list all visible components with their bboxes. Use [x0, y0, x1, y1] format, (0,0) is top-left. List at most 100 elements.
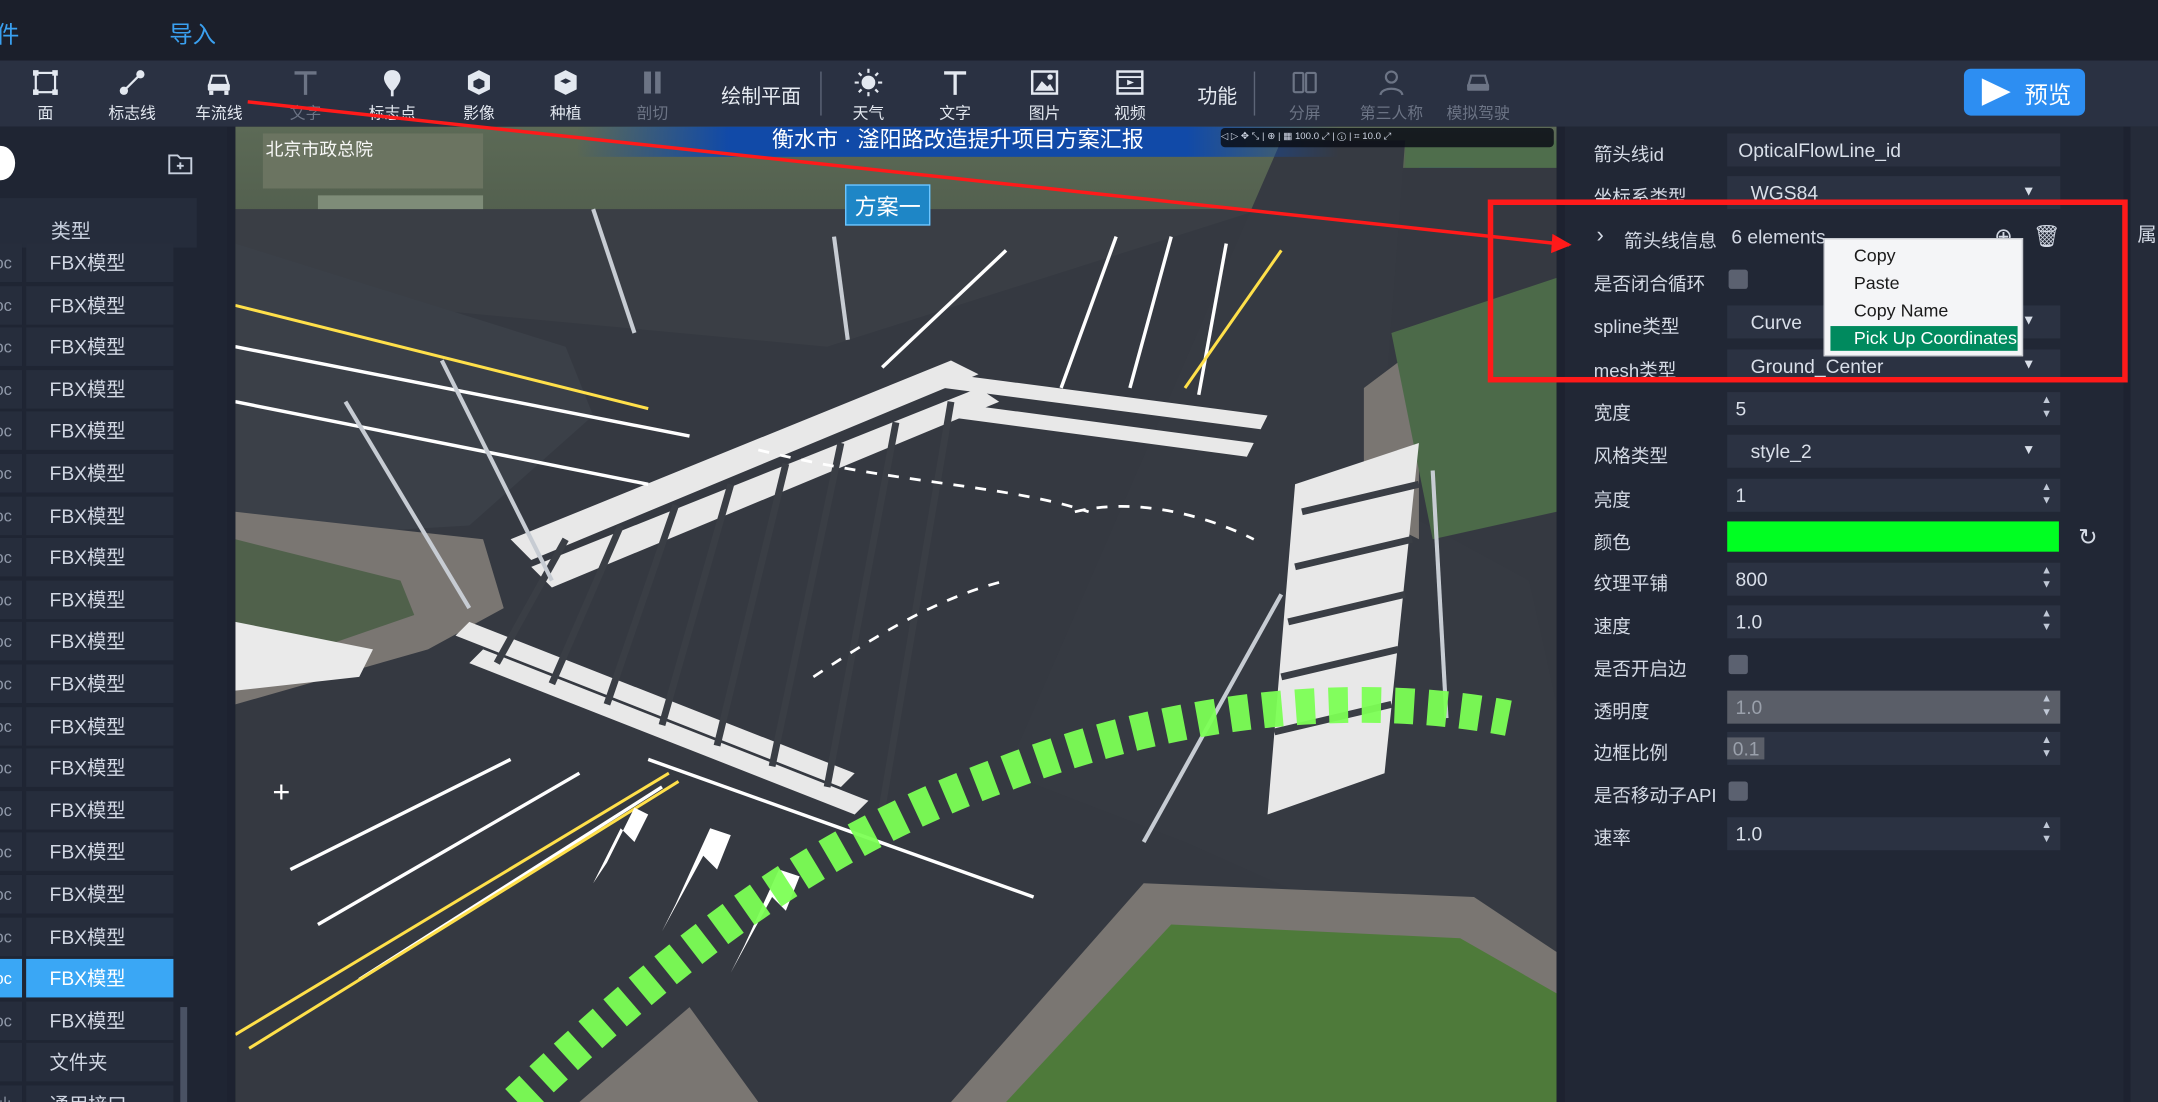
property-checkbox[interactable]: [1728, 781, 1748, 801]
tool-area-button[interactable]: 面: [7, 67, 84, 122]
tree-cell-type: FBX模型: [26, 622, 174, 661]
tree-cell-name: oc: [0, 664, 23, 704]
spinner-arrows-icon[interactable]: ▲ ▼: [2041, 692, 2052, 720]
tree-row[interactable]: ocFBX模型: [0, 622, 174, 663]
tree-row[interactable]: ocFBX模型: [0, 538, 174, 579]
tool-text-button[interactable]: 文字: [267, 67, 344, 122]
tree-row[interactable]: ocFBX模型: [0, 580, 174, 621]
property-number-input[interactable]: 5 ▲ ▼: [1727, 392, 2061, 426]
tree-cell-name: oc: [0, 832, 23, 872]
ctx-pick-up-coordinates[interactable]: Pick Up Coordinates: [1830, 326, 2018, 351]
tool-label: 标志线: [108, 105, 156, 123]
menu-file[interactable]: 件: [0, 15, 19, 49]
ctx-copy-name[interactable]: Copy Name: [1830, 299, 2017, 324]
cube-image-icon: [467, 70, 490, 95]
tree-row[interactable]: ocFBX模型: [0, 285, 174, 327]
tool-signline-button[interactable]: 标志线: [94, 67, 171, 122]
preview-label: 预览: [2024, 81, 2072, 108]
app-window: 件 导入 面 标志线 车流线 文字 标志点 影像 种植: [0, 0, 2158, 1102]
spinner-arrows-icon[interactable]: ▲ ▼: [2041, 607, 2052, 635]
map-pin-icon: [383, 70, 401, 97]
reset-color-icon[interactable]: ↻: [2078, 524, 2098, 552]
tree-row[interactable]: ocFBX模型: [0, 454, 174, 495]
context-menu: Copy Paste Copy Name Pick Up Coordinates: [1823, 238, 2024, 357]
tree-row[interactable]: ocFBX模型: [0, 832, 174, 874]
property-value: 0.1: [1727, 737, 1766, 760]
tree-row-folder[interactable]: 文件夹: [0, 1043, 174, 1084]
tool-label: 第三人称: [1359, 105, 1424, 123]
property-number-input[interactable]: 0.1 ▲ ▼: [1727, 731, 2061, 765]
property-value: 800: [1735, 568, 1768, 591]
menu-import[interactable]: 导入: [169, 15, 216, 49]
property-number-input[interactable]: 1.0 ▲ ▼: [1727, 605, 2061, 639]
tool-drive-button[interactable]: 模拟驾驶: [1440, 67, 1517, 122]
tool-video-button[interactable]: 视频: [1091, 67, 1168, 122]
property-number-input[interactable]: 1.0 ▲ ▼: [1727, 690, 2061, 724]
tool-image-button[interactable]: 影像: [440, 67, 517, 122]
tool-picture-button[interactable]: 图片: [1006, 67, 1083, 122]
tool-third-person-button[interactable]: 第三人称: [1353, 67, 1430, 122]
tree-row[interactable]: ocFBX模型: [0, 369, 174, 411]
ctx-copy[interactable]: Copy: [1830, 244, 2017, 269]
annotation-highlight-box: [1487, 199, 2128, 383]
tree-cell-type: FBX模型: [26, 790, 174, 830]
spinner-arrows-icon[interactable]: ▲ ▼: [2041, 564, 2052, 592]
property-number-input[interactable]: 800 ▲ ▼: [1727, 562, 2061, 596]
spinner-arrows-icon[interactable]: ▲ ▼: [2041, 733, 2052, 761]
draw-plane-menu[interactable]: 绘制平面: [721, 81, 801, 110]
property-dropdown[interactable]: style_2 ▼: [1727, 434, 2061, 468]
tool-traffic-line-button[interactable]: 车流线: [180, 67, 257, 122]
tool-markpoint-button[interactable]: 标志点: [354, 67, 431, 122]
tree-cell-name: oc: [0, 1001, 23, 1040]
preview-button[interactable]: 预览: [1963, 68, 2086, 116]
section-cut-icon: [644, 71, 661, 94]
tree-row[interactable]: ocFBX模型: [0, 664, 174, 706]
tab-properties[interactable]: 属: [2137, 220, 2156, 248]
tree-column-header: 类型: [0, 198, 197, 248]
property-text-input[interactable]: OpticalFlowLine_id: [1727, 133, 2061, 167]
tool-label: 分屏: [1288, 105, 1321, 123]
tree-row[interactable]: ocFBX模型: [0, 959, 174, 1000]
add-folder-icon[interactable]: [168, 153, 193, 175]
tool-split-button[interactable]: 分屏: [1266, 67, 1343, 122]
ctx-paste[interactable]: Paste: [1830, 271, 2017, 296]
property-number-input[interactable]: 1 ▲ ▼: [1727, 478, 2061, 512]
tree-row[interactable]: ocFBX模型: [0, 706, 174, 748]
play-icon: [1981, 78, 2011, 106]
tree-cell-name: oc: [0, 369, 23, 409]
tree-row[interactable]: ocFBX模型: [0, 874, 174, 916]
tree-row[interactable]: ocFBX模型: [0, 917, 174, 958]
tree-row[interactable]: 汕通用接口: [0, 1085, 174, 1102]
tool-plant-button[interactable]: 种植: [527, 67, 604, 122]
tree-cell-type: FBX模型: [26, 874, 174, 914]
tree-row[interactable]: ocFBX模型: [0, 327, 174, 369]
tree-cell-type: FBX模型: [26, 1001, 174, 1040]
function-menu[interactable]: 功能: [1197, 81, 1237, 110]
tool-section-button[interactable]: 剖切: [614, 67, 691, 122]
property-number-input[interactable]: 1.0 ▲ ▼: [1727, 817, 2061, 851]
spinner-arrows-icon[interactable]: ▲ ▼: [2041, 480, 2052, 508]
tree-row[interactable]: ocFBX模型: [0, 790, 174, 832]
spinner-arrows-icon[interactable]: ▲ ▼: [2041, 819, 2052, 847]
tree-row[interactable]: ocFBX模型: [0, 411, 174, 453]
property-checkbox[interactable]: [1728, 654, 1748, 675]
viewport-mini-toolbar[interactable]: ◁ ▷ ✥ ⤡ | ⊕ | ▦ 100.0 ⤢ | ⓘ | ⌗ 10.0 ⤢: [1220, 127, 1554, 148]
person-icon: [1379, 70, 1404, 96]
color-swatch[interactable]: [1727, 521, 2059, 552]
film-icon: [1116, 70, 1144, 95]
tree-row[interactable]: ocFBX模型: [0, 748, 174, 790]
line-node-icon: [119, 70, 145, 95]
property-value: style_2: [1750, 440, 1812, 463]
tool-weather-button[interactable]: 天气: [830, 67, 907, 122]
tree-cell-type: FBX模型: [26, 706, 174, 746]
tree-row[interactable]: ocFBX模型: [0, 496, 174, 537]
spinner-arrows-icon[interactable]: ▲ ▼: [2041, 393, 2052, 421]
tree-row[interactable]: ocFBX模型: [0, 243, 174, 285]
tool-text2-button[interactable]: 文字: [917, 67, 994, 122]
tree-row[interactable]: ocFBX模型: [0, 1001, 174, 1042]
tree-scrollbar[interactable]: [180, 1007, 188, 1102]
property-label: 宽度: [1593, 403, 1631, 424]
scene-viewport[interactable]: 衡水市 · 滏阳路改造提升项目方案汇报 北京市政总院 方案一 ◁ ▷ ✥ ⤡ |…: [235, 126, 1557, 1102]
panel-toggle[interactable]: [0, 145, 16, 181]
tool-label: 文字: [939, 105, 971, 123]
